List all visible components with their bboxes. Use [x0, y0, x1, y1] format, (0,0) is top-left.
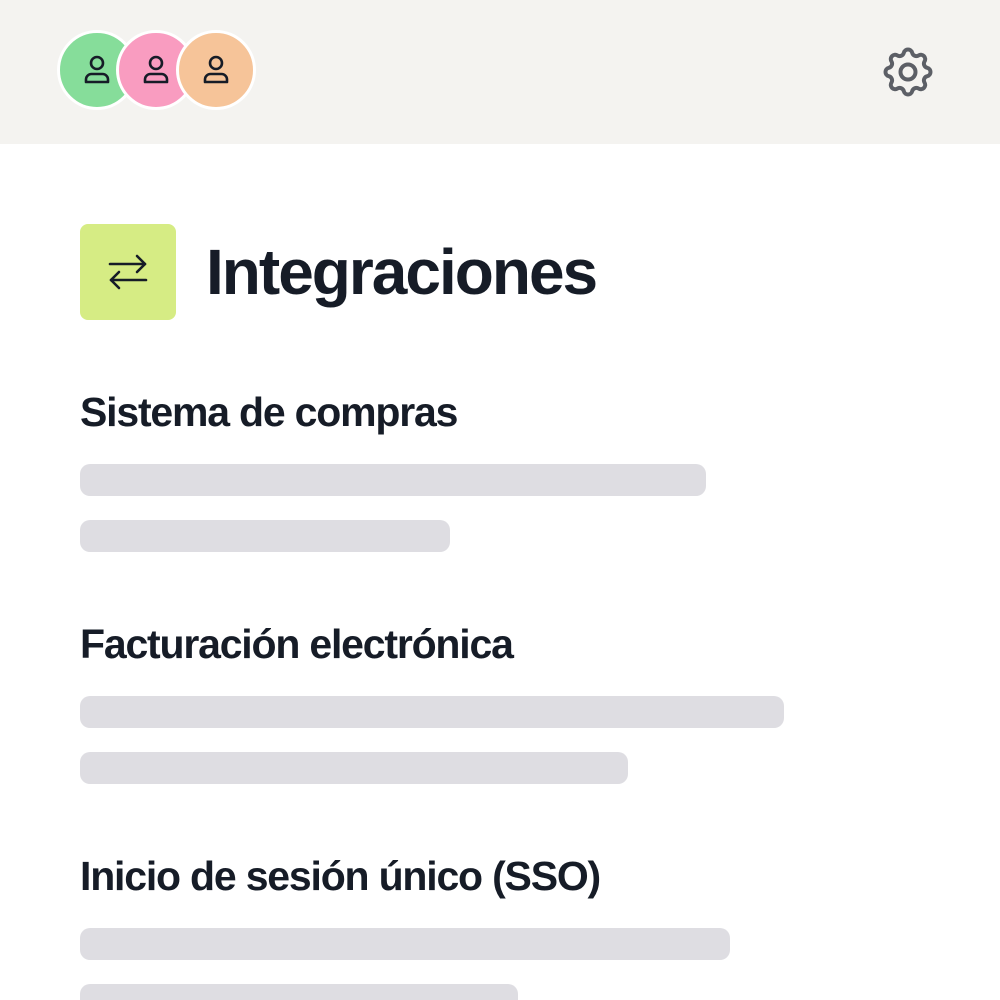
avatar-user-3[interactable] [176, 30, 256, 110]
user-icon [203, 55, 229, 84]
settings-button[interactable] [878, 42, 938, 102]
section-title-purchasing: Sistema de compras [80, 389, 458, 435]
page-title: Integraciones [206, 236, 598, 308]
page-icon-tile [80, 224, 176, 320]
placeholder-line [80, 696, 784, 728]
placeholder-line [80, 928, 730, 960]
section-title-sso: Inicio de sesión único (SSO) [80, 853, 601, 899]
user-icon [84, 55, 110, 84]
placeholder-line [80, 464, 706, 496]
placeholder-line [80, 984, 518, 1000]
top-bar [0, 0, 1000, 144]
user-icon [143, 55, 169, 84]
placeholder-line [80, 752, 628, 784]
section-title-e-invoicing: Facturación electrónica [80, 621, 514, 667]
placeholder-line [80, 520, 450, 552]
arrows-exchange-icon [108, 254, 148, 290]
gear-icon [883, 47, 933, 97]
